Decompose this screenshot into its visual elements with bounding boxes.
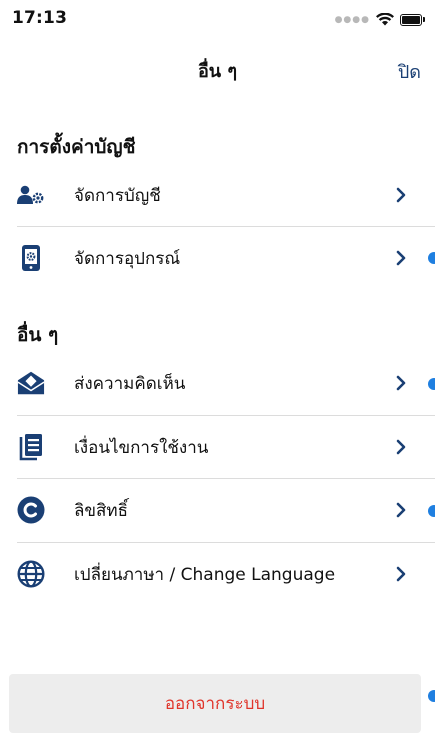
section-header-other: อื่น ๆ bbox=[17, 324, 59, 346]
device-settings-icon bbox=[17, 244, 45, 272]
row-change-language[interactable]: เปลี่ยนภาษา / Change Language bbox=[0, 543, 418, 605]
scroll-indicator-dot bbox=[428, 252, 435, 264]
logout-label: ออกจากระบบ bbox=[164, 694, 266, 714]
row-manage-device[interactable]: จัดการอุปกรณ์ bbox=[0, 227, 418, 289]
chevron-right-icon bbox=[396, 502, 406, 518]
account-settings-icon bbox=[17, 181, 45, 209]
row-manage-account[interactable]: จัดการบัญชี bbox=[0, 164, 418, 226]
row-label: ลิขสิทธิ์ bbox=[74, 500, 128, 521]
copyright-icon bbox=[17, 496, 45, 524]
section-header-account-settings: การตั้งค่าบัญชี bbox=[17, 136, 136, 158]
row-copyright[interactable]: ลิขสิทธิ์ bbox=[0, 479, 418, 541]
logout-button[interactable]: ออกจากระบบ bbox=[9, 674, 421, 733]
chevron-right-icon bbox=[396, 439, 406, 455]
row-label: เปลี่ยนภาษา / Change Language bbox=[74, 564, 336, 585]
row-label: เงื่อนไขการใช้งาน bbox=[74, 437, 209, 458]
page-title: อื่น ๆ bbox=[197, 61, 238, 82]
chevron-right-icon bbox=[396, 250, 406, 266]
close-button[interactable]: ปิด bbox=[398, 57, 421, 86]
globe-icon bbox=[17, 560, 45, 588]
scroll-indicator-dot bbox=[428, 505, 435, 517]
chevron-right-icon bbox=[396, 187, 406, 203]
row-label: จัดการอุปกรณ์ bbox=[74, 248, 181, 269]
row-label: จัดการบัญชี bbox=[74, 185, 161, 206]
feedback-mail-icon bbox=[17, 369, 45, 397]
documents-icon bbox=[17, 433, 45, 461]
chevron-right-icon bbox=[396, 375, 406, 391]
battery-icon bbox=[400, 13, 422, 26]
row-label: ส่งความคิดเห็น bbox=[74, 373, 186, 394]
row-send-feedback[interactable]: ส่งความคิดเห็น bbox=[0, 352, 418, 414]
chevron-right-icon bbox=[396, 566, 406, 582]
status-time: 17:13 bbox=[12, 8, 68, 28]
row-terms-of-use[interactable]: เงื่อนไขการใช้งาน bbox=[0, 416, 418, 478]
status-bar: 17:13 ●●●● bbox=[0, 0, 435, 40]
wifi-icon bbox=[376, 13, 394, 26]
scroll-indicator-dot bbox=[428, 378, 435, 390]
status-icons: ●●●● bbox=[335, 13, 425, 26]
scroll-indicator-dot bbox=[428, 690, 435, 702]
signal-icon: ●●●● bbox=[334, 14, 370, 25]
